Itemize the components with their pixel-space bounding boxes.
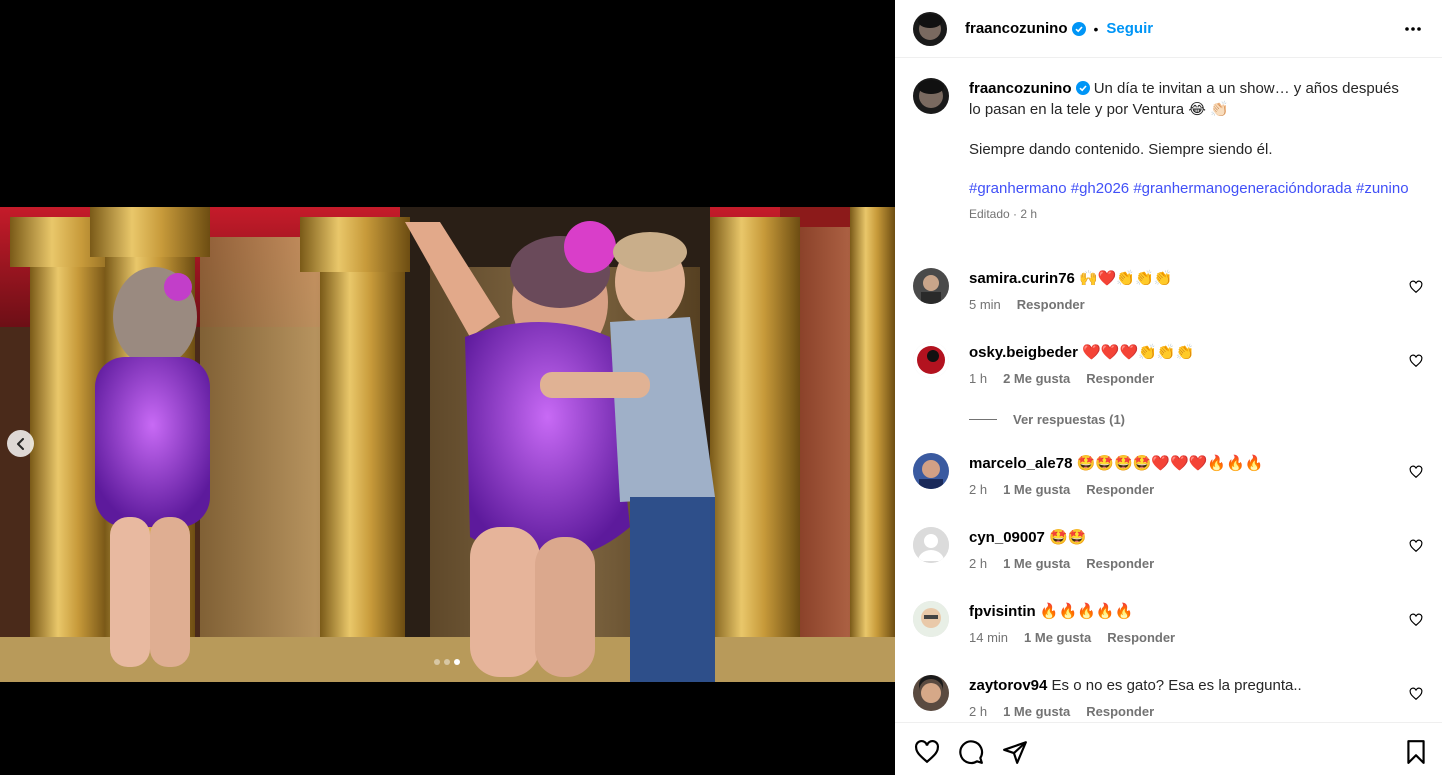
carousel-dot bbox=[444, 659, 450, 665]
comment-body: fpvisintin 🔥🔥🔥🔥🔥 14 min 1 Me gusta Respo… bbox=[969, 601, 1409, 648]
comment-body: osky.beigbeder ❤️❤️❤️👏👏👏 1 h 2 Me gusta … bbox=[969, 342, 1409, 389]
verified-badge-icon bbox=[1071, 21, 1086, 36]
commenter-avatar[interactable] bbox=[913, 268, 949, 304]
previous-image-button[interactable] bbox=[7, 430, 34, 457]
post-header: fraancozunino • Seguir bbox=[895, 0, 1442, 58]
commenter-avatar[interactable] bbox=[913, 675, 949, 711]
comment-body: cyn_09007 🤩🤩 2 h 1 Me gusta Responder bbox=[969, 527, 1409, 574]
author-username[interactable]: fraancozunino bbox=[965, 20, 1068, 37]
hashtag-link[interactable]: #granhermanogeneracióndorada bbox=[1133, 180, 1352, 197]
comment-time: 1 h bbox=[969, 371, 988, 386]
comment-username[interactable]: marcelo_ale78 bbox=[969, 455, 1072, 472]
comment-text: 🙌❤️👏👏👏 bbox=[1079, 270, 1173, 287]
comment-time: 14 min bbox=[969, 630, 1009, 645]
chevron-left-icon bbox=[16, 437, 24, 450]
caption-text-line2: Siempre dando contenido. Siempre siendo … bbox=[969, 141, 1273, 158]
author-avatar[interactable] bbox=[913, 11, 947, 46]
comments-section[interactable]: fraancozunino Un día te invitan a un sho… bbox=[895, 58, 1442, 722]
comment-body: zaytorov94 Es o no es gato? Esa es la pr… bbox=[969, 675, 1409, 722]
more-options-icon bbox=[1405, 27, 1421, 31]
reply-button[interactable]: Responder bbox=[1107, 627, 1175, 648]
comment-likes[interactable]: 1 Me gusta bbox=[1003, 701, 1070, 722]
view-replies-label: Ver respuestas (1) bbox=[1013, 412, 1126, 427]
hashtag-link[interactable]: #gh2026 bbox=[1071, 180, 1129, 197]
reply-button[interactable]: Responder bbox=[1086, 553, 1154, 574]
reply-button[interactable]: Responder bbox=[1017, 294, 1085, 315]
media-pane bbox=[0, 0, 895, 775]
comment-text: 🤩🤩 bbox=[1049, 529, 1087, 546]
reply-button[interactable]: Responder bbox=[1086, 368, 1154, 389]
commenter-avatar[interactable] bbox=[913, 527, 949, 563]
commenter-avatar[interactable] bbox=[913, 601, 949, 637]
carousel-dot bbox=[434, 659, 440, 665]
comment-text: 🔥🔥🔥🔥🔥 bbox=[1039, 603, 1134, 620]
comment-likes[interactable]: 1 Me gusta bbox=[1003, 553, 1070, 574]
heart-icon[interactable] bbox=[1409, 465, 1423, 479]
caption-timestamp: Editado · 2 h bbox=[969, 207, 1038, 221]
verified-badge-icon bbox=[1075, 81, 1090, 95]
replies-line bbox=[969, 419, 997, 420]
hashtag-link[interactable]: #zunino bbox=[1356, 180, 1409, 197]
heart-icon[interactable] bbox=[1409, 354, 1423, 368]
comment-likes[interactable]: 2 Me gusta bbox=[1003, 368, 1070, 389]
caption-username[interactable]: fraancozunino bbox=[969, 80, 1072, 97]
comment-time: 5 min bbox=[969, 297, 1001, 312]
post-actions-bar bbox=[895, 722, 1442, 775]
comment-time: 2 h bbox=[969, 482, 988, 497]
comment-username[interactable]: cyn_09007 bbox=[969, 529, 1045, 546]
heart-icon[interactable] bbox=[1409, 687, 1423, 701]
commenter-avatar[interactable] bbox=[913, 453, 949, 489]
heart-icon[interactable] bbox=[1409, 539, 1423, 553]
comment-time: 2 h bbox=[969, 556, 988, 571]
reply-button[interactable]: Responder bbox=[1086, 701, 1154, 722]
follow-button[interactable]: Seguir bbox=[1106, 20, 1153, 37]
comment-likes[interactable]: 1 Me gusta bbox=[1024, 627, 1091, 648]
comment-body: marcelo_ale78 🤩🤩🤩🤩❤️❤️❤️🔥🔥🔥 2 h 1 Me gus… bbox=[969, 453, 1409, 500]
bookmark-icon[interactable] bbox=[1404, 739, 1428, 765]
comment-username[interactable]: zaytorov94 bbox=[969, 677, 1047, 694]
comment-time: 2 h bbox=[969, 704, 988, 719]
comment-text: ❤️❤️❤️👏👏👏 bbox=[1082, 344, 1195, 361]
comment-icon[interactable] bbox=[958, 739, 984, 765]
heart-icon[interactable] bbox=[1409, 280, 1423, 294]
carousel-indicator bbox=[434, 659, 460, 665]
comment-username[interactable]: osky.beigbeder bbox=[969, 344, 1078, 361]
comment-body: samira.curin76 🙌❤️👏👏👏 5 min Responder bbox=[969, 268, 1409, 315]
more-options-button[interactable] bbox=[1404, 20, 1422, 43]
comment-username[interactable]: fpvisintin bbox=[969, 603, 1036, 620]
hashtag-link[interactable]: #granhermano bbox=[969, 180, 1067, 197]
commenter-avatar[interactable] bbox=[913, 342, 949, 378]
comment-likes[interactable]: 1 Me gusta bbox=[1003, 479, 1070, 500]
comment-text: Es o no es gato? Esa es la pregunta.. bbox=[1051, 677, 1302, 694]
caption-hashtags: #granhermano #gh2026 #granhermanogenerac… bbox=[969, 178, 1409, 199]
comment-text: 🤩🤩🤩🤩❤️❤️❤️🔥🔥🔥 bbox=[1076, 455, 1264, 472]
caption-body: fraancozunino Un día te invitan a un sho… bbox=[969, 78, 1409, 225]
view-replies-button[interactable]: Ver respuestas (1) bbox=[969, 412, 1125, 427]
carousel-dot-active bbox=[454, 659, 460, 665]
post-side-panel: fraancozunino • Seguir fraancozunino Un … bbox=[895, 0, 1442, 775]
reply-button[interactable]: Responder bbox=[1086, 479, 1154, 500]
comment-username[interactable]: samira.curin76 bbox=[969, 270, 1075, 287]
heart-icon[interactable] bbox=[1409, 613, 1423, 627]
post-photo[interactable] bbox=[0, 207, 895, 682]
author-avatar[interactable] bbox=[913, 78, 949, 114]
share-icon[interactable] bbox=[1002, 739, 1028, 765]
heart-icon[interactable] bbox=[914, 739, 940, 765]
header-separator: • bbox=[1093, 20, 1099, 37]
